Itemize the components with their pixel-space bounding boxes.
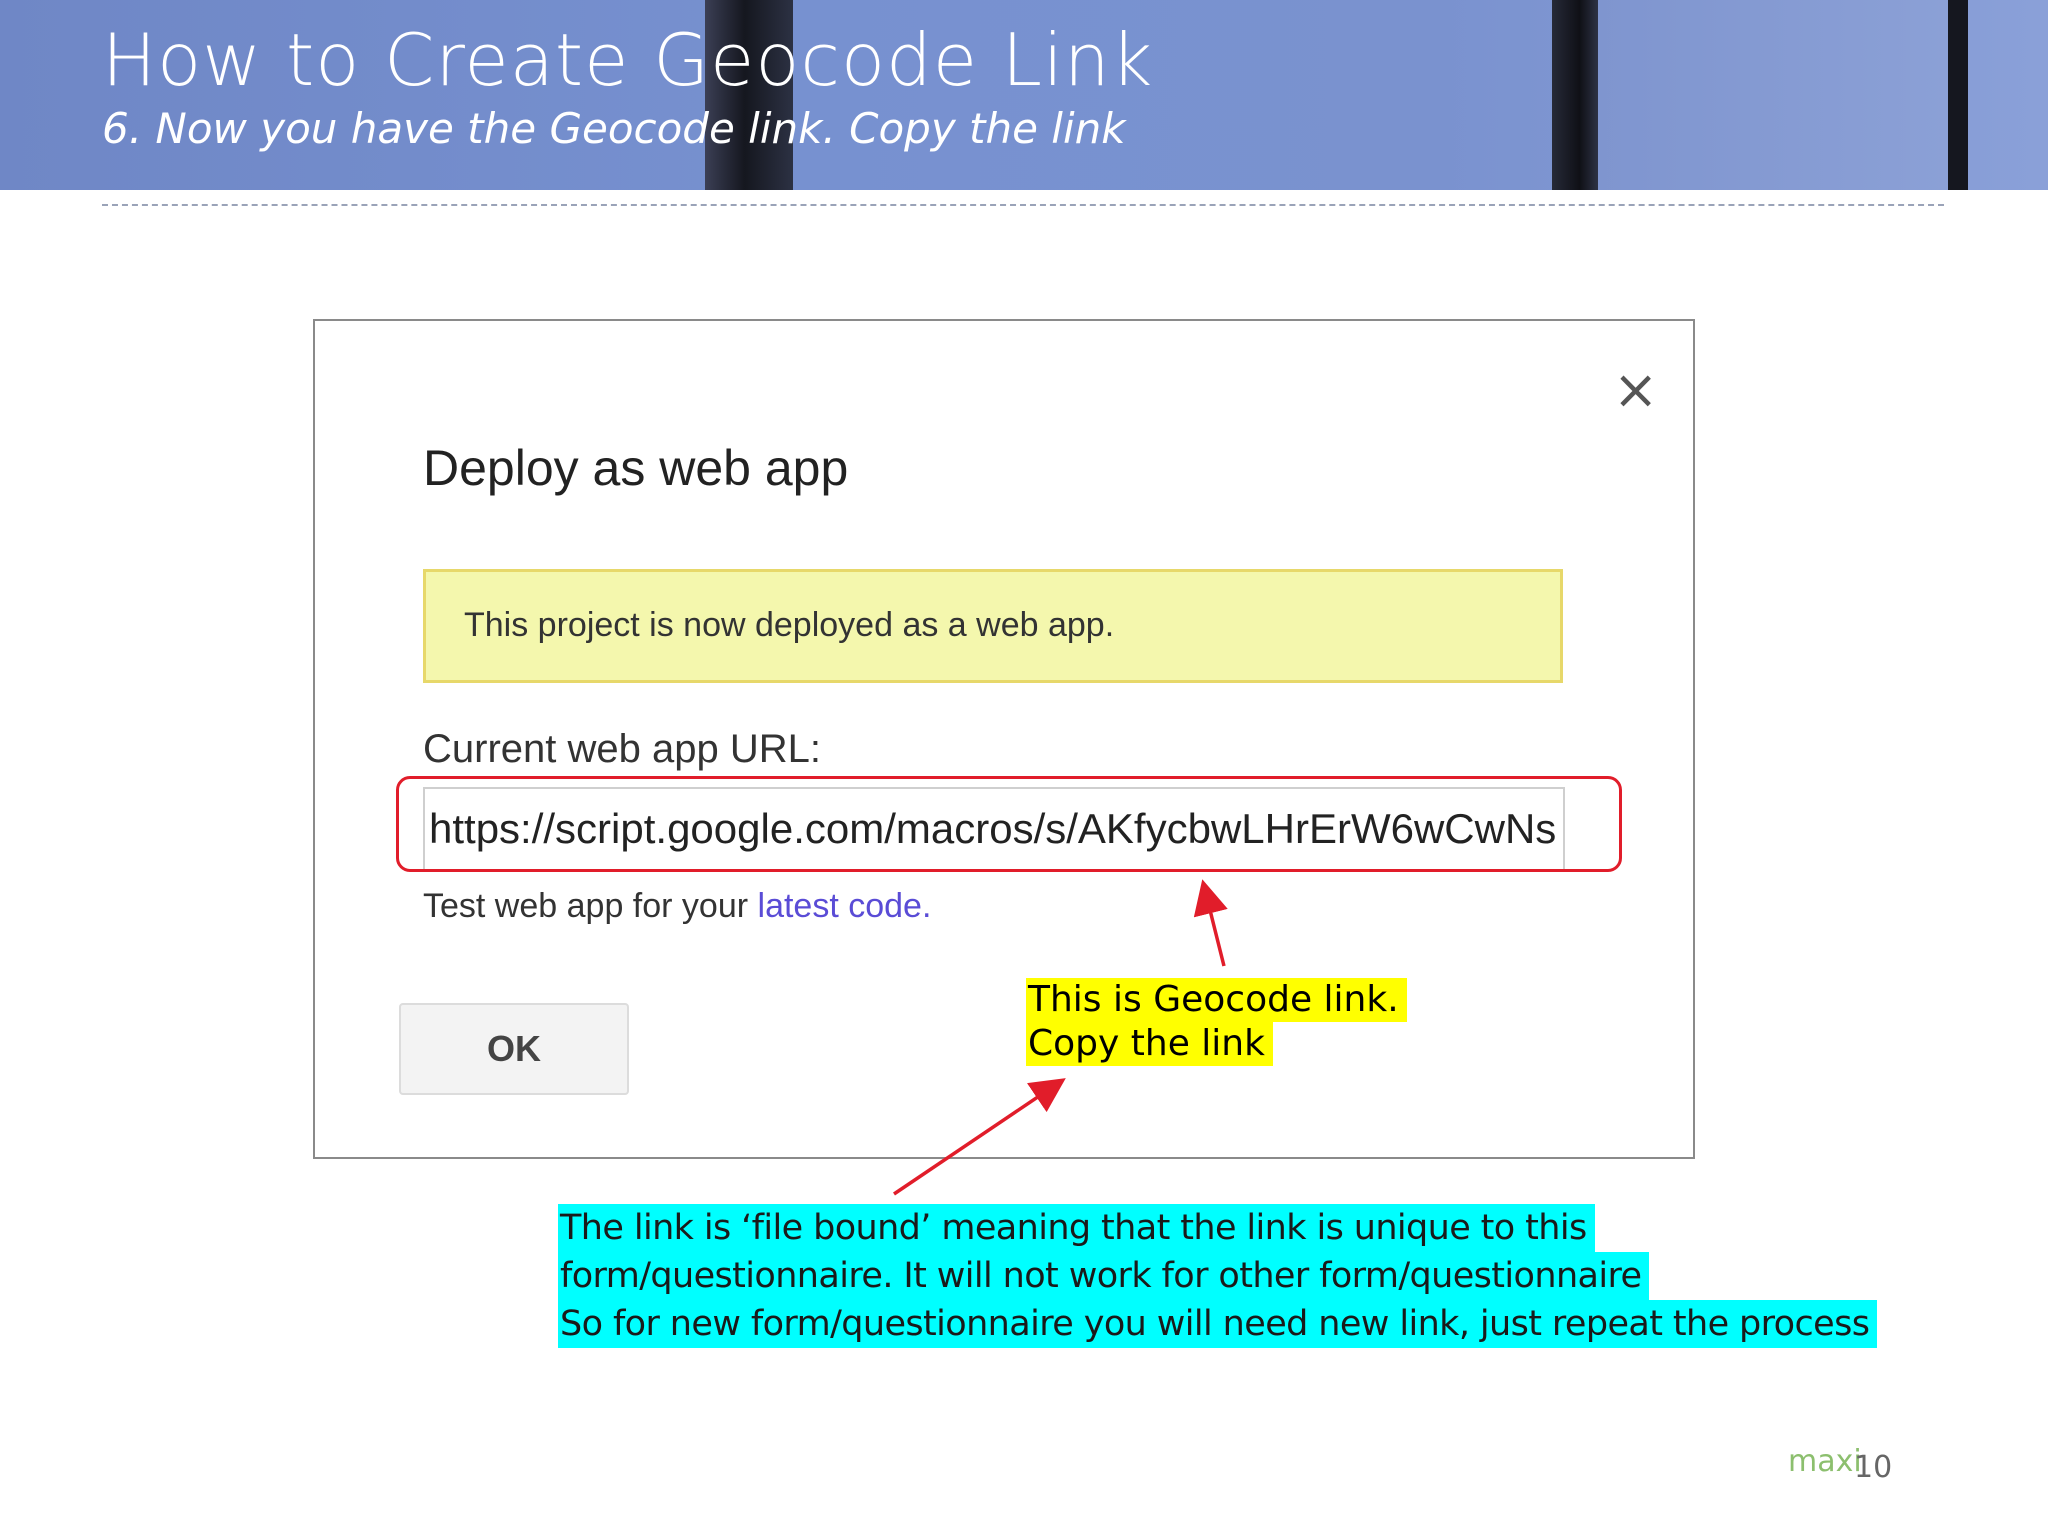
header-divider: [102, 204, 1944, 206]
banner-background-image: [1948, 0, 1968, 190]
callout-line: The link is ‘file bound’ meaning that th…: [558, 1204, 1595, 1252]
test-web-app-text: Test web app for your latest code.: [423, 887, 931, 926]
url-highlight-box: [396, 776, 1622, 872]
header-banner: How to Create Geocode Link 6. Now you ha…: [0, 0, 2048, 190]
slide-title: How to Create Geocode Link: [102, 18, 1154, 102]
close-icon[interactable]: ×: [1613, 363, 1658, 417]
callout-line: So for new form/questionnaire you will n…: [558, 1300, 1878, 1348]
callout-line: Copy the link: [1026, 1022, 1273, 1066]
callout-line: form/questionnaire. It will not work for…: [558, 1252, 1650, 1300]
banner-background-image: [1598, 0, 1948, 190]
dialog-title: Deploy as web app: [423, 440, 849, 496]
callout-line: This is Geocode link.: [1026, 978, 1407, 1022]
maxi-logo: maxi: [1788, 1444, 1862, 1479]
latest-code-link[interactable]: latest code.: [758, 887, 932, 925]
geocode-link-callout: This is Geocode link. Copy the link: [1026, 978, 1407, 1066]
deploy-dialog-screenshot: × Deploy as web app This project is now …: [313, 319, 1695, 1159]
deployed-notice-text: This project is now deployed as a web ap…: [464, 606, 1115, 644]
deployed-notice: This project is now deployed as a web ap…: [423, 569, 1563, 683]
slide-subtitle: 6. Now you have the Geocode link. Copy t…: [102, 104, 1126, 153]
file-bound-callout: The link is ‘file bound’ meaning that th…: [558, 1204, 1878, 1348]
url-label: Current web app URL:: [423, 727, 821, 771]
test-web-app-prefix: Test web app for your: [423, 887, 758, 925]
banner-background-image: [1552, 0, 1598, 190]
ok-button[interactable]: OK: [399, 1003, 629, 1095]
page-number: 10: [1854, 1450, 1893, 1485]
